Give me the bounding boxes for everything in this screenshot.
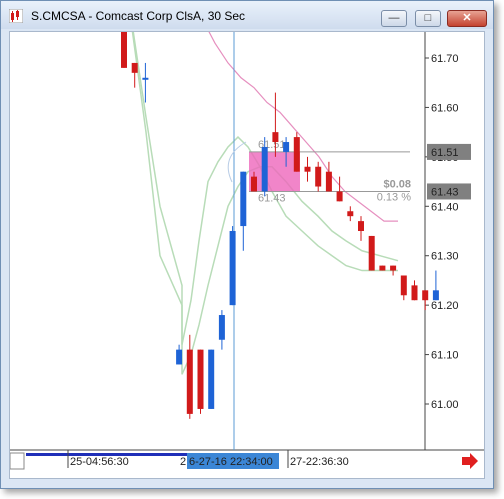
candle-down: [368, 235, 375, 271]
price-axis-label: 61.70: [431, 53, 459, 65]
time-axis-label: 27-22:36:30: [290, 456, 349, 468]
price-axis-label: 61.60: [431, 102, 459, 114]
moving-average-line: [208, 32, 398, 222]
candle-up: [240, 171, 247, 227]
candle-up: [229, 231, 236, 306]
candle-up: [283, 142, 290, 152]
candle-down: [304, 166, 311, 172]
candle-down: [186, 349, 193, 414]
title-bar[interactable]: S.CMCSA - Comcast Corp ClsA, 30 Sec — □ …: [1, 1, 493, 29]
candle-down: [347, 211, 354, 217]
time-axis-label: 25-04:56:30: [70, 456, 129, 468]
chart-area[interactable]: 61.7061.6061.5061.4061.3061.2061.1061.00…: [9, 31, 485, 479]
candle-up: [432, 290, 439, 301]
candle-down: [325, 171, 332, 192]
candle-down: [422, 290, 429, 301]
candle-down: [315, 166, 322, 187]
scroll-right-arrow-icon[interactable]: [462, 453, 478, 469]
chart-window: S.CMCSA - Comcast Corp ClsA, 30 Sec — □ …: [0, 0, 494, 489]
candle-down: [411, 285, 418, 301]
measure-lower-label: 61.43: [258, 192, 286, 204]
price-flag-label: 61.43: [431, 186, 459, 198]
price-flag-label: 61.51: [431, 147, 459, 159]
price-axis-label: 61.10: [431, 350, 459, 362]
window-title: S.CMCSA - Comcast Corp ClsA, 30 Sec: [31, 9, 246, 23]
crosshair-time-label: 6-27-16 22:34:00: [189, 456, 273, 468]
candle-down: [336, 191, 343, 202]
price-axis-label: 61.00: [431, 399, 459, 411]
candle-down: [293, 137, 300, 172]
candle-up: [261, 146, 268, 192]
chart-app-icon: [9, 9, 23, 23]
price-chart[interactable]: 61.7061.6061.5061.4061.3061.2061.1061.00…: [10, 32, 484, 478]
candle-up: [208, 349, 215, 409]
close-button[interactable]: ✕: [447, 10, 487, 27]
candle-down: [197, 349, 204, 409]
price-axis-label: 61.20: [431, 300, 459, 312]
minimize-button[interactable]: —: [381, 10, 407, 27]
candle-down: [272, 132, 279, 143]
candle-up: [142, 77, 149, 80]
measure-percent-label: 0.13 %: [377, 191, 411, 203]
candle-down: [121, 32, 127, 68]
price-axis-label: 61.30: [431, 251, 459, 263]
candle-down: [358, 221, 364, 232]
price-axis-label: 61.40: [431, 201, 459, 213]
candle-up: [176, 349, 183, 365]
measure-diff-label: $0.08: [383, 178, 411, 190]
candle-down: [131, 62, 138, 73]
time-scroll-box[interactable]: [10, 452, 25, 470]
candle-down: [251, 176, 257, 192]
maximize-button[interactable]: □: [415, 10, 441, 27]
candle-down: [379, 265, 386, 271]
time-axis-label: 2: [180, 456, 186, 468]
candle-down: [390, 265, 397, 271]
candle-down: [400, 275, 407, 296]
candle-up: [218, 315, 225, 340]
